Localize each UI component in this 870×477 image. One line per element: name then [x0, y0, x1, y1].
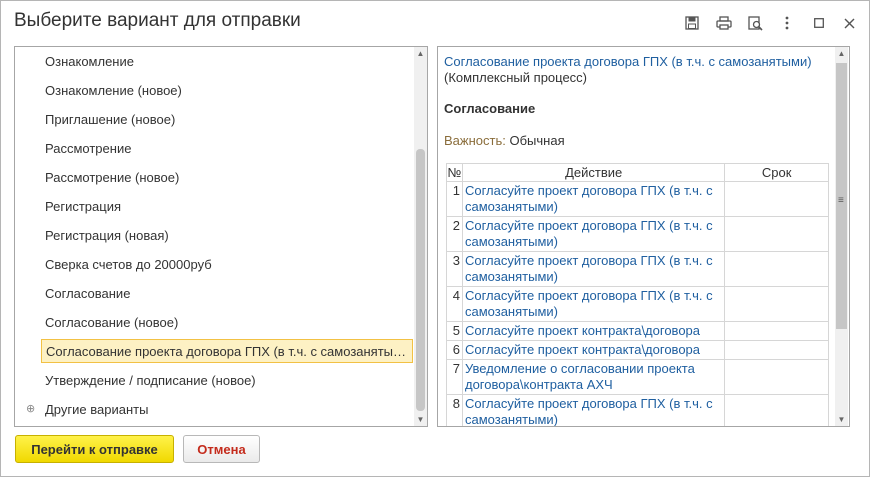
scroll-thumb[interactable] [416, 149, 425, 411]
row-action-link[interactable]: Согласуйте проект договора ГПХ (в т.ч. с… [461, 216, 726, 252]
row-number: 7 [446, 359, 463, 395]
importance-value: Обычная [509, 133, 565, 148]
row-term [724, 359, 829, 395]
list-item[interactable]: Утверждение / подписание (новое) [45, 369, 256, 393]
table-row: 2 Согласуйте проект договора ГПХ (в т.ч.… [446, 216, 829, 252]
row-term [724, 286, 829, 322]
list-item[interactable]: Сверка счетов до 20000руб [45, 253, 212, 277]
process-title-link[interactable]: Согласование проекта договора ГПХ (в т.ч… [444, 54, 812, 69]
row-action-link[interactable]: Согласуйте проект договора ГПХ (в т.ч. с… [461, 251, 726, 287]
row-term [724, 321, 829, 341]
process-type: (Комплексный процесс) [444, 70, 588, 85]
col-number: № [446, 163, 463, 182]
list-item[interactable]: Согласование (новое) [45, 311, 178, 335]
expand-plus-icon[interactable]: ⊕ [26, 404, 36, 415]
row-action-link[interactable]: Согласуйте проект контракта\договора [461, 321, 726, 341]
variant-details: Согласование проекта договора ГПХ (в т.ч… [437, 46, 850, 427]
scroll-down-icon[interactable]: ▼ [835, 413, 848, 426]
list-scrollbar[interactable]: ▲ ▼ [414, 47, 427, 426]
row-number: 5 [446, 321, 463, 341]
row-number: 6 [446, 340, 463, 360]
scroll-grip-icon: ≡ [838, 195, 844, 206]
send-variant-dialog: Выберите вариант для отправки Ознакомлен… [0, 0, 870, 477]
close-icon[interactable] [839, 13, 859, 33]
row-term [724, 394, 829, 426]
list-item[interactable]: Ознакомление (новое) [45, 79, 182, 103]
save-icon[interactable] [682, 13, 702, 33]
go-to-send-button[interactable]: Перейти к отправке [15, 435, 174, 463]
list-item[interactable]: Рассмотрение (новое) [45, 166, 179, 190]
preview-icon[interactable] [745, 13, 765, 33]
list-item[interactable]: Согласование [45, 282, 130, 306]
table-row: 8 Согласуйте проект договора ГПХ (в т.ч.… [446, 394, 829, 426]
table-row: 1 Согласуйте проект договора ГПХ (в т.ч.… [446, 181, 829, 217]
row-action-link[interactable]: Согласуйте проект контракта\договора [461, 340, 726, 360]
table-row: 6 Согласуйте проект контракта\договора [446, 340, 829, 360]
list-group-other[interactable]: Другие варианты [45, 398, 148, 422]
row-term [724, 340, 829, 360]
variants-list[interactable]: Ознакомление Ознакомление (новое) Пригла… [14, 46, 428, 427]
table-row: 3 Согласуйте проект договора ГПХ (в т.ч.… [446, 251, 829, 287]
table-row: 5 Согласуйте проект контракта\договора [446, 321, 829, 341]
list-item[interactable]: Ознакомление [45, 50, 134, 74]
list-item[interactable]: Приглашение (новое) [45, 108, 175, 132]
cancel-button[interactable]: Отмена [183, 435, 260, 463]
maximize-icon[interactable] [809, 13, 829, 33]
print-icon[interactable] [714, 13, 734, 33]
list-item[interactable]: Рассмотрение [45, 137, 131, 161]
table-row: 7 Уведомление о согласовании проекта дог… [446, 359, 829, 395]
details-scrollbar[interactable]: ▲ ≡ ▼ [835, 47, 848, 426]
col-term: Срок [724, 163, 829, 182]
row-number: 2 [446, 216, 463, 252]
section-title: Согласование [444, 101, 536, 116]
scroll-up-icon[interactable]: ▲ [414, 47, 427, 60]
row-term [724, 216, 829, 252]
list-item-selected[interactable]: Согласование проекта договора ГПХ (в т.ч… [41, 339, 413, 363]
list-item[interactable]: Регистрация [45, 195, 121, 219]
col-action: Действие [461, 163, 726, 182]
table-row: 4 Согласуйте проект договора ГПХ (в т.ч.… [446, 286, 829, 322]
more-icon[interactable] [777, 13, 797, 33]
row-number: 8 [446, 394, 463, 426]
row-number: 4 [446, 286, 463, 322]
row-action-link[interactable]: Уведомление о согласовании проекта догов… [461, 359, 726, 395]
row-term [724, 181, 829, 217]
row-action-link[interactable]: Согласуйте проект договора ГПХ (в т.ч. с… [461, 286, 726, 322]
process-info: Согласование проекта договора ГПХ (в т.ч… [444, 54, 824, 86]
dialog-title: Выберите вариант для отправки [14, 10, 301, 31]
importance-label: Важность: [444, 133, 506, 148]
scroll-up-icon[interactable]: ▲ [835, 47, 848, 60]
row-action-link[interactable]: Согласуйте проект договора ГПХ (в т.ч. с… [461, 394, 726, 426]
importance-row: Важность: Обычная [444, 133, 565, 148]
row-term [724, 251, 829, 287]
list-item[interactable]: Регистрация (новая) [45, 224, 169, 248]
steps-table: № Действие Срок 1 Согласуйте проект дого… [446, 163, 829, 426]
row-number: 1 [446, 181, 463, 217]
row-action-link[interactable]: Согласуйте проект договора ГПХ (в т.ч. с… [461, 181, 726, 217]
scroll-down-icon[interactable]: ▼ [414, 413, 427, 426]
row-number: 3 [446, 251, 463, 287]
